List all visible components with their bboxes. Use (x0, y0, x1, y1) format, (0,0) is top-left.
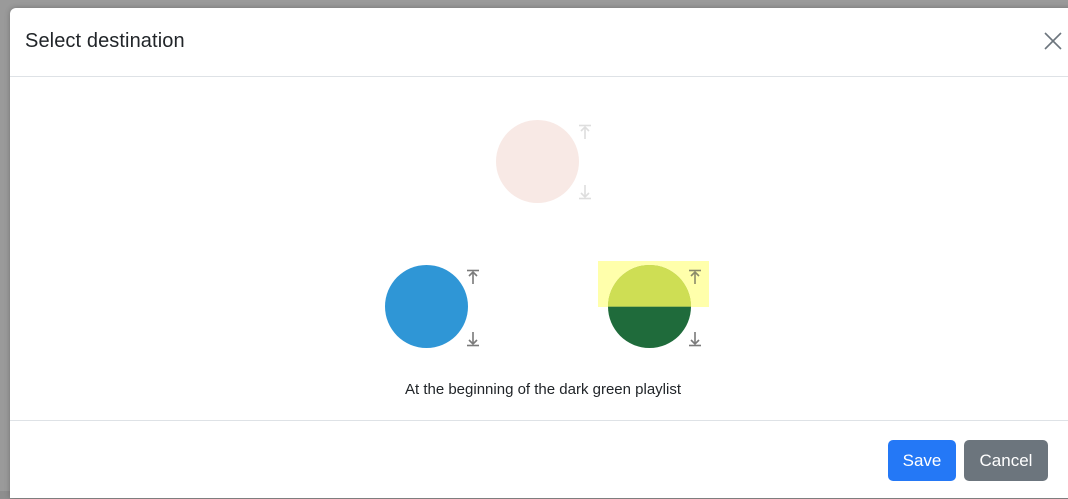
arrow-to-top-icon[interactable] (466, 269, 480, 285)
dialog-title: Select destination (25, 30, 185, 52)
arrow-to-bottom-icon[interactable] (466, 331, 480, 347)
cancel-button[interactable]: Cancel (964, 440, 1048, 481)
arrow-to-top-icon[interactable] (688, 269, 702, 285)
select-destination-dialog: Select destination At the beginning of t… (10, 8, 1068, 498)
arrow-to-bottom-icon (578, 184, 592, 200)
arrow-to-bottom-icon[interactable] (688, 331, 702, 347)
playlist-faded-circle (496, 120, 579, 203)
playlist-blue-circle[interactable] (385, 265, 468, 348)
save-button[interactable]: Save (888, 440, 956, 481)
close-icon[interactable] (1042, 30, 1064, 52)
destination-caption: At the beginning of the dark green playl… (404, 381, 681, 398)
dialog-body: At the beginning of the dark green playl… (10, 77, 1068, 420)
arrow-to-top-icon (578, 124, 592, 140)
dialog-footer: Save Cancel (10, 420, 1068, 499)
dialog-header: Select destination (10, 8, 1068, 77)
